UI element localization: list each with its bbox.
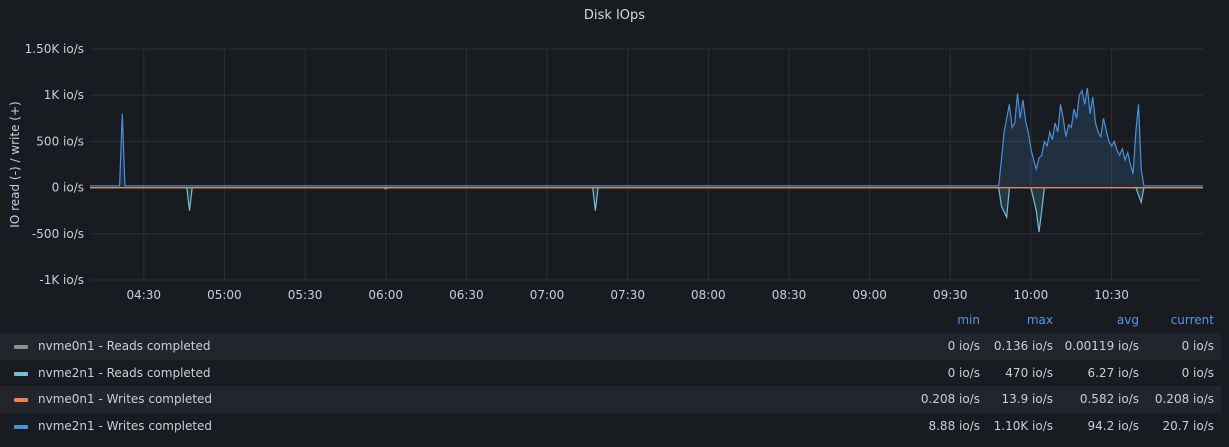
legend-swatch — [14, 371, 28, 376]
x-tick-label: 04:30 — [126, 288, 161, 302]
legend-current: 20.7 io/s — [1162, 418, 1214, 433]
legend-avg: 94.2 io/s — [1087, 418, 1139, 433]
legend-avg: 0.00119 io/s — [1064, 339, 1139, 353]
legend-series-name[interactable]: nvme0n1 - Writes completed — [38, 392, 212, 406]
legend-avg: 6.27 io/s — [1087, 365, 1139, 380]
legend-current: 0 io/s — [1181, 339, 1214, 353]
disk-iops-chart[interactable]: 1.50K io/s 1K io/s 500 io/s 0 io/s -500 io/s… — [0, 0, 1229, 310]
legend-header: min max avg current — [0, 311, 1221, 333]
legend-header-avg[interactable]: avg — [1053, 313, 1139, 327]
series-area — [90, 87, 1203, 188]
legend-min: 8.88 io/s — [928, 418, 980, 433]
legend-table: min max avg current nvme0n1 - Reads comp… — [0, 311, 1221, 439]
legend-swatch — [14, 424, 28, 429]
legend-min: 0 io/s — [947, 365, 980, 380]
x-tick-label: 09:30 — [933, 288, 968, 302]
legend-min: 0 io/s — [947, 339, 980, 353]
legend-row[interactable]: nvme2n1 - Writes completed 8.88 io/s 1.1… — [0, 413, 1221, 440]
legend-max: 470 io/s — [1005, 365, 1053, 380]
y-axis-label: IO read (-) / write (+) — [8, 101, 22, 227]
legend-max: 13.9 io/s — [1001, 392, 1053, 406]
x-tick-label: 05:00 — [207, 288, 242, 302]
legend-series-name[interactable]: nvme2n1 - Reads completed — [38, 366, 211, 380]
legend-current: 0 io/s — [1181, 365, 1214, 380]
legend-max: 0.136 io/s — [993, 339, 1053, 353]
y-tick-label: 1.50K io/s — [25, 42, 84, 56]
legend-avg: 0.582 io/s — [1079, 392, 1139, 406]
x-tick-label: 10:30 — [1094, 288, 1129, 302]
y-tick-label: 500 io/s — [36, 134, 84, 148]
legend-current: 0.208 io/s — [1154, 392, 1214, 406]
y-tick-label: -500 io/s — [32, 227, 84, 241]
disk-iops-panel: Disk IOps 1.50K io/s 1K io/s 500 io/s 0 io/… — [0, 0, 1229, 447]
x-tick-label: 08:30 — [772, 288, 807, 302]
x-tick-label: 06:00 — [368, 288, 403, 302]
legend-header-current[interactable]: current — [1139, 313, 1214, 327]
x-tick-label: 05:30 — [288, 288, 323, 302]
y-tick-label: 1K io/s — [44, 88, 84, 102]
x-tick-label: 09:00 — [852, 288, 887, 302]
legend-row[interactable]: nvme0n1 - Reads completed 0 io/s 0.136 i… — [0, 333, 1221, 360]
legend-series-name[interactable]: nvme2n1 - Writes completed — [38, 419, 212, 433]
legend-swatch — [14, 398, 28, 402]
legend-header-min[interactable]: min — [900, 313, 980, 327]
y-tick-label: 0 io/s — [52, 181, 84, 195]
y-tick-label: -1K io/s — [39, 273, 84, 287]
legend-row[interactable]: nvme2n1 - Reads completed 0 io/s 470 io/… — [0, 360, 1221, 387]
legend-swatch — [14, 345, 28, 349]
x-tick-label: 08:00 — [691, 288, 726, 302]
legend-row[interactable]: nvme0n1 - Writes completed 0.208 io/s 13… — [0, 386, 1221, 413]
legend-min: 0.208 io/s — [920, 392, 980, 406]
x-tick-label: 07:30 — [610, 288, 645, 302]
x-tick-label: 07:00 — [530, 288, 565, 302]
x-tick-label: 10:00 — [1014, 288, 1049, 302]
legend-max: 1.10K io/s — [993, 418, 1053, 433]
legend-series-name[interactable]: nvme0n1 - Reads completed — [38, 339, 211, 353]
legend-header-max[interactable]: max — [980, 313, 1053, 327]
x-tick-label: 06:30 — [449, 288, 484, 302]
